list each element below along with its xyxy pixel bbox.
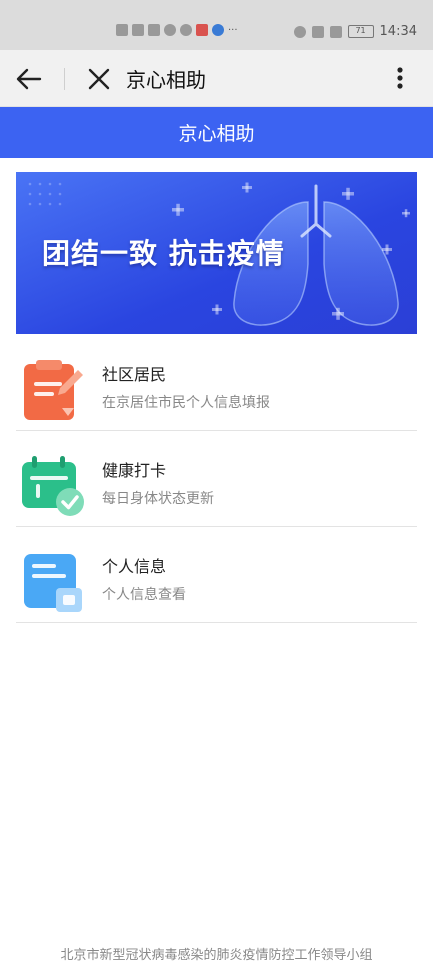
page-header: 京心相助 (0, 107, 433, 158)
vibrate-icon (329, 25, 342, 38)
menu-item-title: 社区居民 (102, 365, 167, 384)
banner-slogan: 团结一致 抗击疫情 (42, 237, 285, 270)
hd-icon (116, 24, 128, 36)
nav-bar: 京心相助 (0, 50, 433, 107)
back-arrow-icon[interactable] (14, 64, 44, 94)
menu-item-title: 个人信息 (102, 557, 167, 576)
browser-icon (212, 24, 224, 36)
menu-item-subtitle: 每日身体状态更新 (102, 491, 214, 507)
page-title: 京心相助 (178, 123, 255, 145)
chat-icon (180, 24, 192, 36)
wechat-icon (164, 24, 176, 36)
menu-item-subtitle: 在京居住市民个人信息填报 (102, 395, 270, 411)
footer-text: 北京市新型冠状病毒感染的肺炎疫情防控工作领导小组 (60, 948, 373, 962)
menu-list: 社区居民 在京居住市民个人信息填报 健康打卡 每日身体状态更新 个人信息 个人信… (16, 335, 417, 623)
banner[interactable]: 团结一致 抗击疫情 (16, 172, 417, 334)
bluetooth-icon (311, 25, 324, 38)
calendar-check-icon (22, 456, 84, 516)
status-icons-left: ··· (116, 24, 238, 36)
more-menu-icon[interactable] (388, 63, 412, 93)
nav-title: 京心相助 (126, 68, 206, 92)
close-icon[interactable] (86, 66, 112, 92)
menu-item-community-resident[interactable]: 社区居民 在京居住市民个人信息填报 (16, 335, 417, 431)
nav-divider (64, 68, 65, 90)
more-notifications: ··· (228, 24, 238, 36)
clipboard-icon (24, 360, 83, 420)
menu-item-personal-info[interactable]: 个人信息 个人信息查看 (16, 527, 417, 623)
menu-item-subtitle: 个人信息查看 (102, 587, 186, 603)
alarm-icon (293, 25, 306, 38)
signal-icon (132, 24, 144, 36)
status-icons-right: 71 14:34 (293, 24, 417, 39)
menu-item-health-checkin[interactable]: 健康打卡 每日身体状态更新 (16, 431, 417, 527)
status-bar: ··· 71 14:34 (0, 0, 433, 50)
calendar-icon (196, 24, 208, 36)
menu-item-title: 健康打卡 (102, 461, 167, 480)
clock: 14:34 (379, 24, 417, 39)
wifi-icon (148, 24, 160, 36)
id-card-icon (24, 554, 82, 612)
battery-indicator: 71 (347, 25, 374, 38)
